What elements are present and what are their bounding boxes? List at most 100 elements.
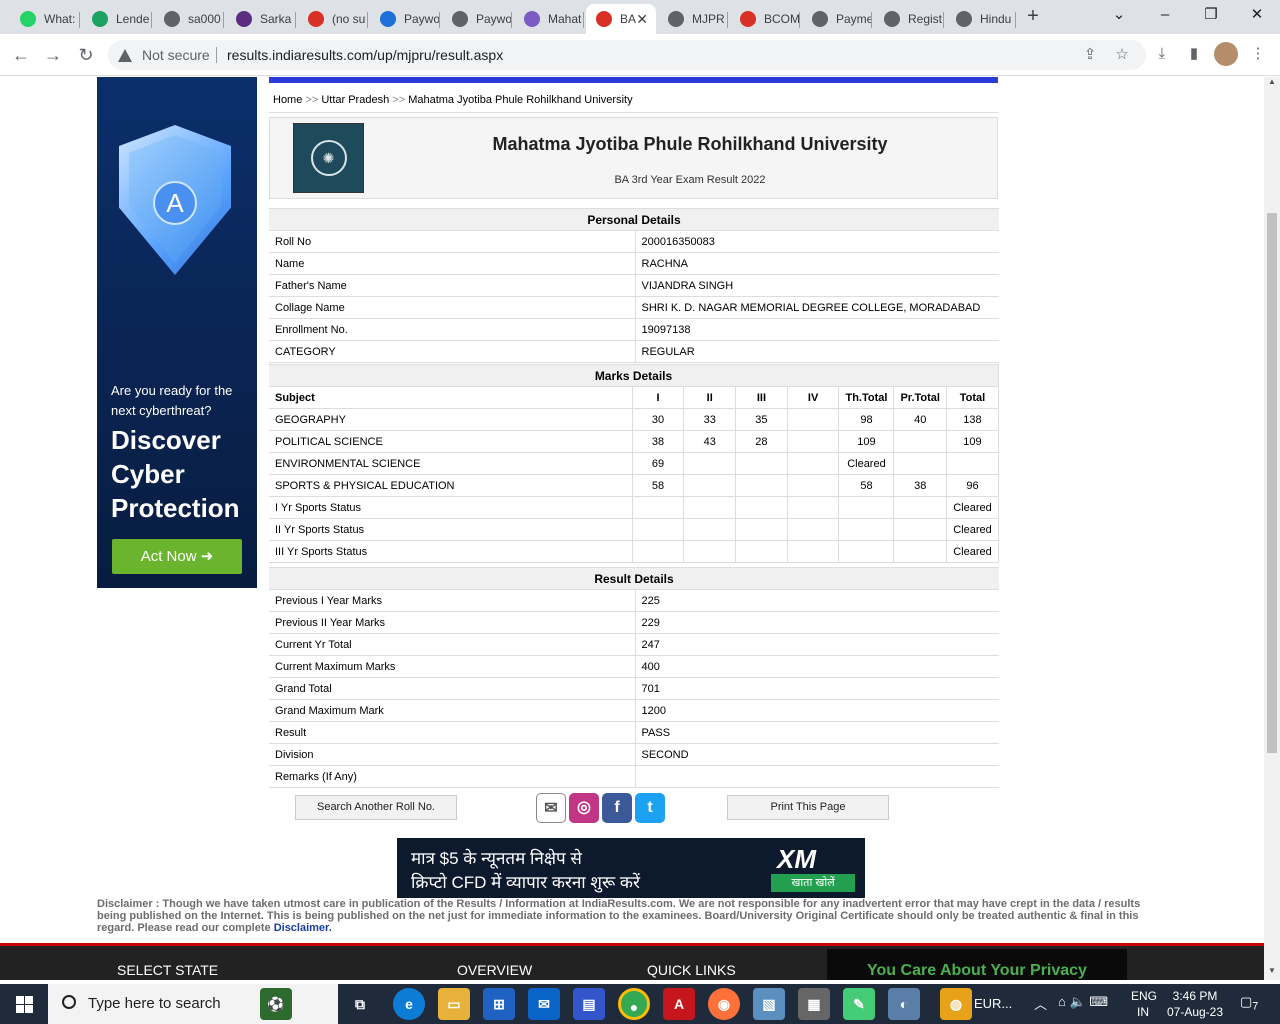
store-icon[interactable]: ⊞ [483,988,515,1020]
acrobat-icon[interactable]: A [663,988,695,1020]
restore-button[interactable]: ❐ [1188,0,1234,30]
table-row: Previous II Year Marks 229 [269,611,999,634]
mail-icon[interactable]: ✉ [528,988,560,1020]
app3-icon[interactable]: ◐ [888,988,920,1020]
tab-13[interactable]: Hindu [946,4,1016,34]
xm-ad-banner[interactable]: मात्र $5 के न्यूनतम निक्षेप से क्रिप्टो … [397,838,865,898]
footer-quick-links[interactable]: QUICK LINKS [647,962,736,978]
app-icon[interactable]: ▤ [573,988,605,1020]
row-label: Division [269,743,636,766]
tray-chevron-icon[interactable]: ︿ [1034,994,1047,1013]
scroll-down-arrow[interactable]: ▼ [1264,966,1280,980]
footer-overview[interactable]: OVERVIEW [457,962,532,978]
tab-0[interactable]: What: [10,4,80,34]
breadcrumb: Home >> Uttar Pradesh >> Mahatma Jyotiba… [269,87,998,113]
app2-icon[interactable]: ▧ [753,988,785,1020]
mark-cell: 43 [683,430,737,453]
tab-4[interactable]: (no su [298,4,368,34]
back-button[interactable]: ← [8,42,34,68]
tab-11[interactable]: Payme [802,4,872,34]
edge-icon[interactable]: e [393,988,425,1020]
close-tab-icon[interactable]: ✕ [636,11,648,28]
section-heading: Result Details [269,567,999,590]
tab-5[interactable]: Paywo [370,4,440,34]
row-label: Previous I Year Marks [269,589,636,612]
page-scrollbar[interactable]: ▲ ▼ [1264,77,1280,980]
footer-select-state[interactable]: SELECT STATE [117,962,218,978]
scrollbar-thumb[interactable] [1267,213,1277,753]
disclaimer-link[interactable]: Disclaimer. [274,922,332,934]
tab-10[interactable]: BCOM [730,4,800,34]
new-tab-button[interactable]: + [1022,5,1044,27]
minimize-button[interactable]: – [1142,0,1188,30]
search-icon [62,995,76,1009]
share-icon[interactable]: ⇪ [1078,43,1102,67]
language-indicator[interactable]: ENG IN [1131,988,1157,1020]
row-value: VIJANDRA SINGH [635,274,999,297]
chrome-icon[interactable]: ● [618,988,650,1020]
tray-icons[interactable]: ⌂ 🔈 ⌨ [1058,994,1108,1010]
cyber-ad[interactable]: A Are you ready for the next cyberthreat… [97,77,257,588]
tab-9[interactable]: MJPR [658,4,728,34]
subject-cell: POLITICAL SCIENCE [269,430,633,453]
print-page-button[interactable]: Print This Page [727,795,889,820]
bookmark-star-icon[interactable]: ☆ [1110,43,1134,67]
side-panel-icon[interactable]: ▮ [1182,42,1206,66]
scroll-up-arrow[interactable]: ▲ [1264,77,1280,91]
act-now-button[interactable]: Act Now ➜ [112,539,242,574]
tab-7[interactable]: Mahat [514,4,584,34]
football-icon[interactable]: ⚽ [260,988,292,1020]
download-icon[interactable]: ⤓ [1150,42,1174,66]
tab-3[interactable]: Sarka [226,4,296,34]
breadcrumb-state[interactable]: Uttar Pradesh [321,94,389,106]
search-another-button[interactable]: Search Another Roll No. [295,795,457,820]
profile-avatar[interactable] [1214,42,1238,66]
menu-kebab-icon[interactable]: ⋮ [1246,42,1270,66]
close-window-button[interactable]: ✕ [1234,0,1280,30]
weather-text[interactable]: EUR... [974,996,1012,1011]
mark-cell [893,452,947,475]
twitter-icon[interactable]: t [635,793,665,823]
row-value: RACHNA [635,252,999,275]
paint-icon[interactable]: ✎ [843,988,875,1020]
forward-button[interactable]: → [40,42,66,68]
tab-label: Regist [908,12,943,26]
not-secure-indicator[interactable]: Not secure [118,47,210,63]
tab-favicon-icon [884,11,900,27]
file-explorer-icon[interactable]: ▭ [438,988,470,1020]
tab-12[interactable]: Regist [874,4,944,34]
section-heading: Marks Details [269,364,999,387]
result-details-table: Result Details Previous I Year Marks 225 Pr… [269,567,999,788]
subject-cell: SPORTS & PHYSICAL EDUCATION [269,474,633,497]
ad-question: Are you ready for the next cyberthreat? [111,383,233,418]
weather-icon[interactable]: ◍ [940,988,972,1020]
breadcrumb-home[interactable]: Home [273,94,302,106]
reload-button[interactable]: ↻ [73,42,99,68]
row-label: Result [269,721,636,744]
url-text[interactable]: results.indiaresults.com/up/mjpru/result… [227,47,503,63]
facebook-icon[interactable]: f [602,793,632,823]
marks-row: SPORTS & PHYSICAL EDUCATION 58 58 38 96 [269,474,1000,497]
notification-icon[interactable]: ▢7 [1240,994,1258,1013]
tab-6[interactable]: Paywo [442,4,512,34]
tab-label: sa000 [188,12,221,26]
tab-search-button[interactable]: ⌄ [1096,0,1142,30]
address-bar[interactable]: Not secure results.indiaresults.com/up/m… [108,40,1146,70]
calculator-icon[interactable]: ▦ [798,988,830,1020]
start-button[interactable] [0,984,48,1024]
mark-cell: 96 [946,474,1000,497]
clock[interactable]: 3:46 PM 07-Aug-23 [1164,988,1226,1020]
mark-cell [893,540,947,563]
tab-8[interactable]: BA ✕ [586,4,656,34]
firefox-icon[interactable]: ◉ [708,988,740,1020]
tab-2[interactable]: sa000 [154,4,224,34]
email-icon[interactable]: ✉ [536,793,566,823]
mark-cell [893,430,947,453]
open-account-button[interactable]: खाता खोलें [771,874,855,892]
tab-1[interactable]: Lende [82,4,152,34]
instagram-icon[interactable]: ◎ [569,793,599,823]
row-label: Enrollment No. [269,318,636,341]
omnibox-divider [216,47,217,63]
taskbar-search[interactable]: Type here to search [48,984,338,1024]
task-view-icon[interactable]: ⧉ [344,988,376,1020]
